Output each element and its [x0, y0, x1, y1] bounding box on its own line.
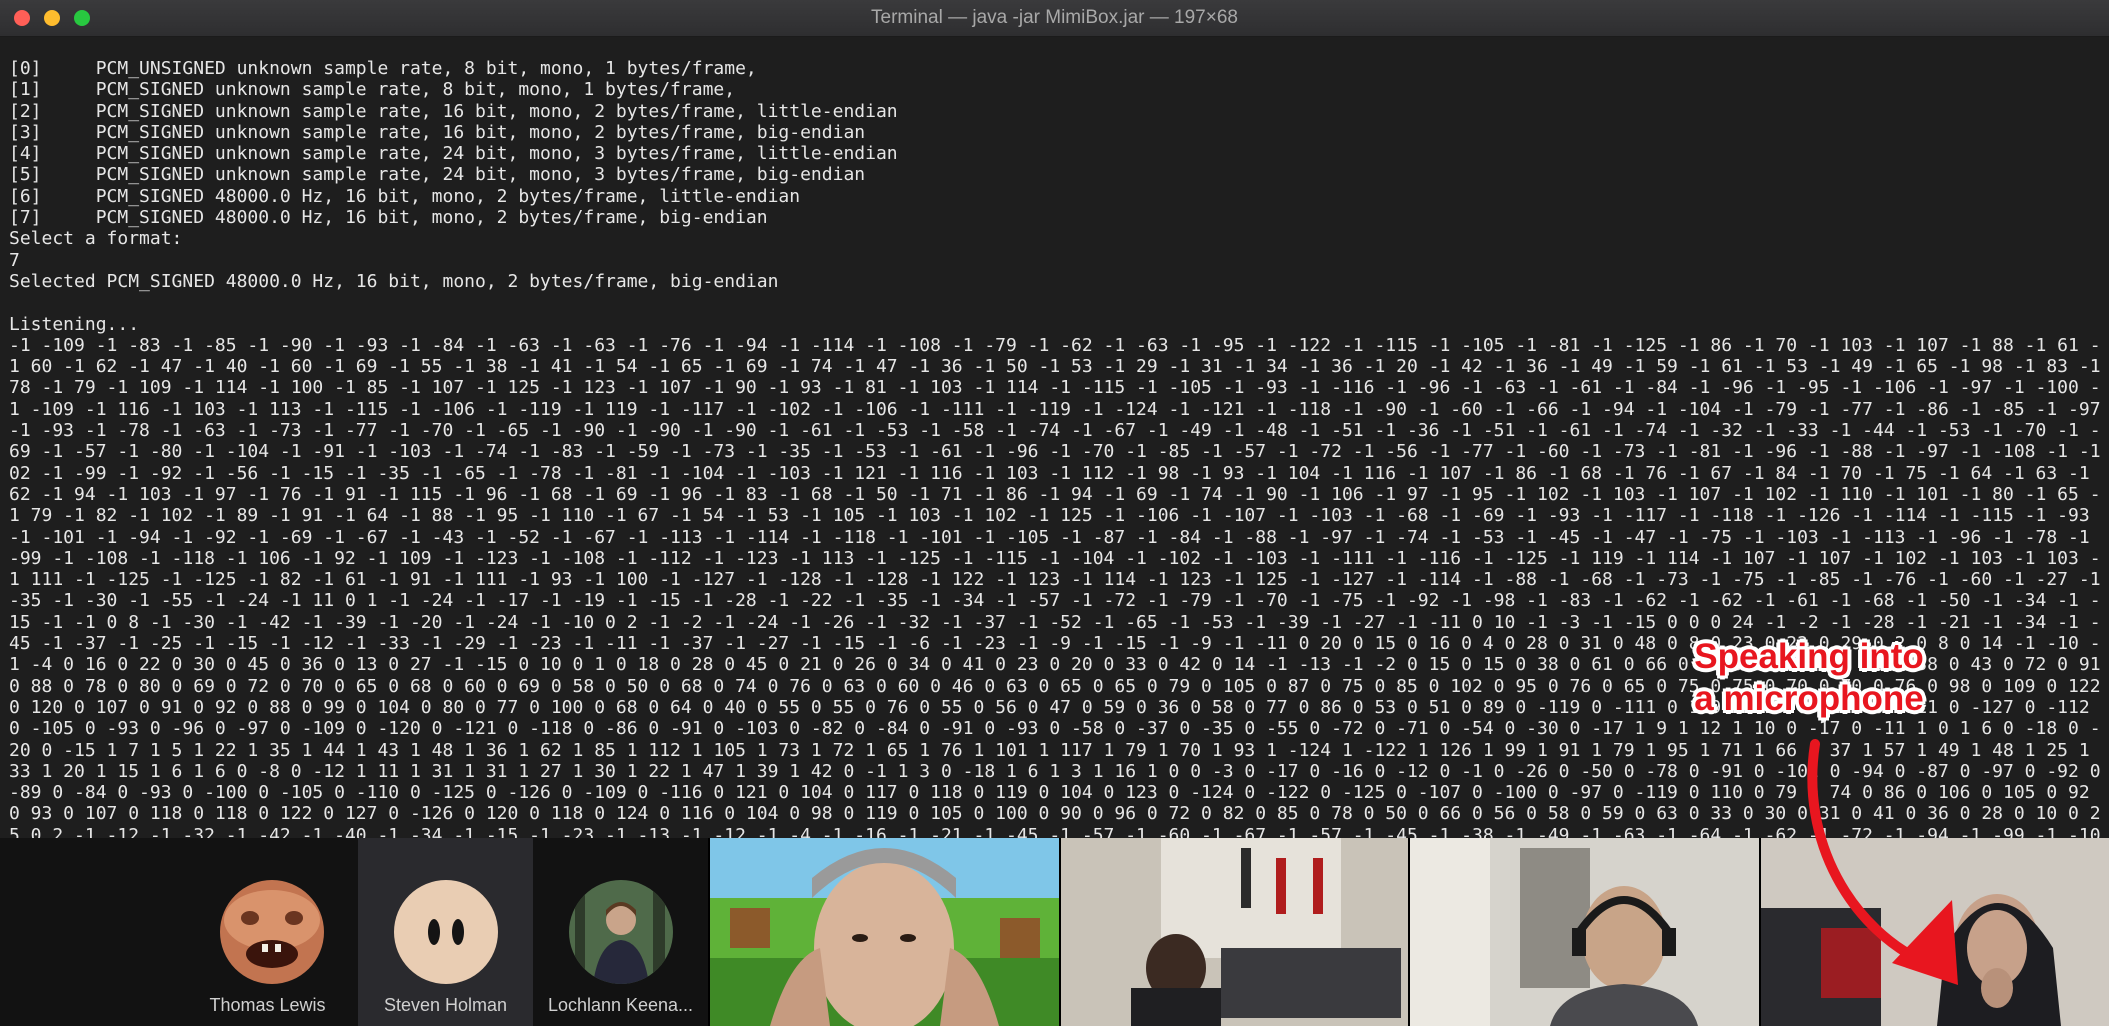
annotation-line-2: a microphone — [1694, 679, 1924, 718]
video-feed-hooded-participant — [1761, 838, 2109, 1026]
participant-name-steven-holman: Steven Holman — [383, 995, 508, 1015]
video-feed-bearded-participant — [1061, 838, 1408, 1026]
video-feed-headset-participant — [1410, 838, 1759, 1026]
video-call-gallery: Thomas Lewis Steven Holman Lochlann Keen… — [0, 838, 2109, 1026]
video-tile-headset-participant[interactable] — [1410, 838, 1759, 1026]
participant-name-thomas-lewis: Thomas Lewis — [209, 995, 326, 1015]
annotation-line-1: Speaking into — [1694, 637, 1924, 676]
avatar-thomas-lewis — [220, 880, 324, 984]
participant-tile-steven-holman[interactable]: Steven Holman — [358, 838, 533, 1026]
avatar-steven-holman — [394, 880, 498, 984]
video-tile-bearded-participant[interactable] — [1061, 838, 1408, 1026]
annotation-label: Speaking into a microphone — [1679, 636, 1939, 720]
participant-tile-lochlann-keena[interactable]: Lochlann Keena... — [533, 838, 708, 1026]
terminal-output-text: [0] PCM_UNSIGNED unknown sample rate, 8 … — [9, 58, 2101, 838]
video-tile-beanie-participant[interactable] — [710, 838, 1059, 1026]
window-title: Terminal — java -jar MimiBox.jar — 197×6… — [871, 7, 1238, 28]
participant-tile-thomas-lewis[interactable]: Thomas Lewis — [0, 838, 358, 1026]
video-feed-beanie-participant — [710, 838, 1059, 1026]
avatar-lochlann-keena — [569, 880, 673, 984]
participant-name-lochlann-keena: Lochlann Keena... — [547, 995, 694, 1015]
video-tile-hooded-participant[interactable] — [1761, 838, 2109, 1026]
terminal-title-bar[interactable]: Terminal — java -jar MimiBox.jar — 197×6… — [0, 0, 2109, 37]
